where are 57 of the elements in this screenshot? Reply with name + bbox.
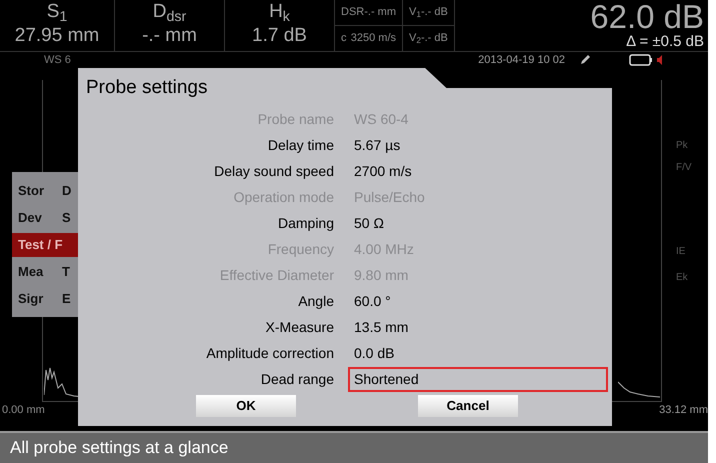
cancel-button[interactable]: Cancel [418,395,518,417]
pencil-icon [579,54,591,66]
submenu-item[interactable]: E [56,288,77,308]
axis-start-label: 0.00 mm [2,403,45,418]
setting-value[interactable]: 50 Ω [348,210,608,236]
menu-item[interactable]: Stor [12,180,56,200]
ok-button[interactable]: OK [196,395,296,417]
setting-value[interactable]: 0.0 dB [348,340,608,366]
gain-step: Δ = ±0.5 dB [626,34,704,50]
setting-label: Amplitude correction [205,344,335,363]
speaker-icon [656,54,664,66]
battery-icon [629,54,653,66]
date-time: 2013-04-19 10 02 [478,52,565,68]
gain-value: 62.0 dB [590,0,704,34]
setting-label: Operation mode [232,188,335,207]
reading-value: 3250 m/s [350,31,396,46]
setting-label: Delay sound speed [213,162,335,181]
menu-item[interactable]: Mea [12,262,56,282]
submenu-item[interactable]: D [56,180,78,200]
reading-label: DSR [341,5,364,20]
setting-label: Delay time [266,136,335,155]
caption: All probe settings at a glance [0,431,708,463]
menu-item[interactable]: Dev [12,208,56,228]
reading-label: S$_{1}$ [46,0,68,24]
reading-label: V$_{1}$ [409,5,421,21]
setting-label: Effective Diameter [218,266,335,284]
gate-label: IE [676,245,686,259]
reading-value: -.- dB [420,31,448,46]
setting-label: Dead range [260,370,335,389]
reading-value: -.- dB [420,5,448,20]
setting-value[interactable]: Shortened [348,366,608,392]
probe-label: WS 6 [44,52,71,68]
setting-label: Frequency [266,240,335,259]
axis-end-label: 33.12 mm [659,403,708,418]
submenu-item[interactable]: S [56,208,77,228]
setting-value[interactable]: 2700 m/s [348,158,608,184]
reading-value: 1.7 dB [252,24,307,48]
setting-value[interactable]: 13.5 mm [348,314,608,340]
gate-label: Pk [676,139,688,153]
reading-label: H$_{k}$ [269,0,290,24]
gate-label: Ek [676,271,688,285]
submenu-item[interactable]: T [56,262,76,282]
setting-value[interactable]: 60.0 ° [348,288,608,314]
dialog-title: Probe settings [85,76,208,100]
setting-label: Damping [276,214,335,233]
setting-label: Angle [297,292,335,311]
gate-label: F/V [676,161,692,175]
reading-label: c [341,31,346,46]
reading-value: -.- mm [142,24,197,48]
menu-item[interactable]: Sigr [12,288,56,308]
reading-value: -.- mm [364,5,396,20]
setting-label: Probe name [256,110,335,128]
reading-label: D$_{dsr}$ [152,0,186,24]
reading-value: 27.95 mm [14,24,100,48]
setting-value[interactable]: 5.67 µs [348,132,608,158]
setting-label: X-Measure [264,318,335,336]
reading-label: V$_{2}$ [409,31,421,47]
